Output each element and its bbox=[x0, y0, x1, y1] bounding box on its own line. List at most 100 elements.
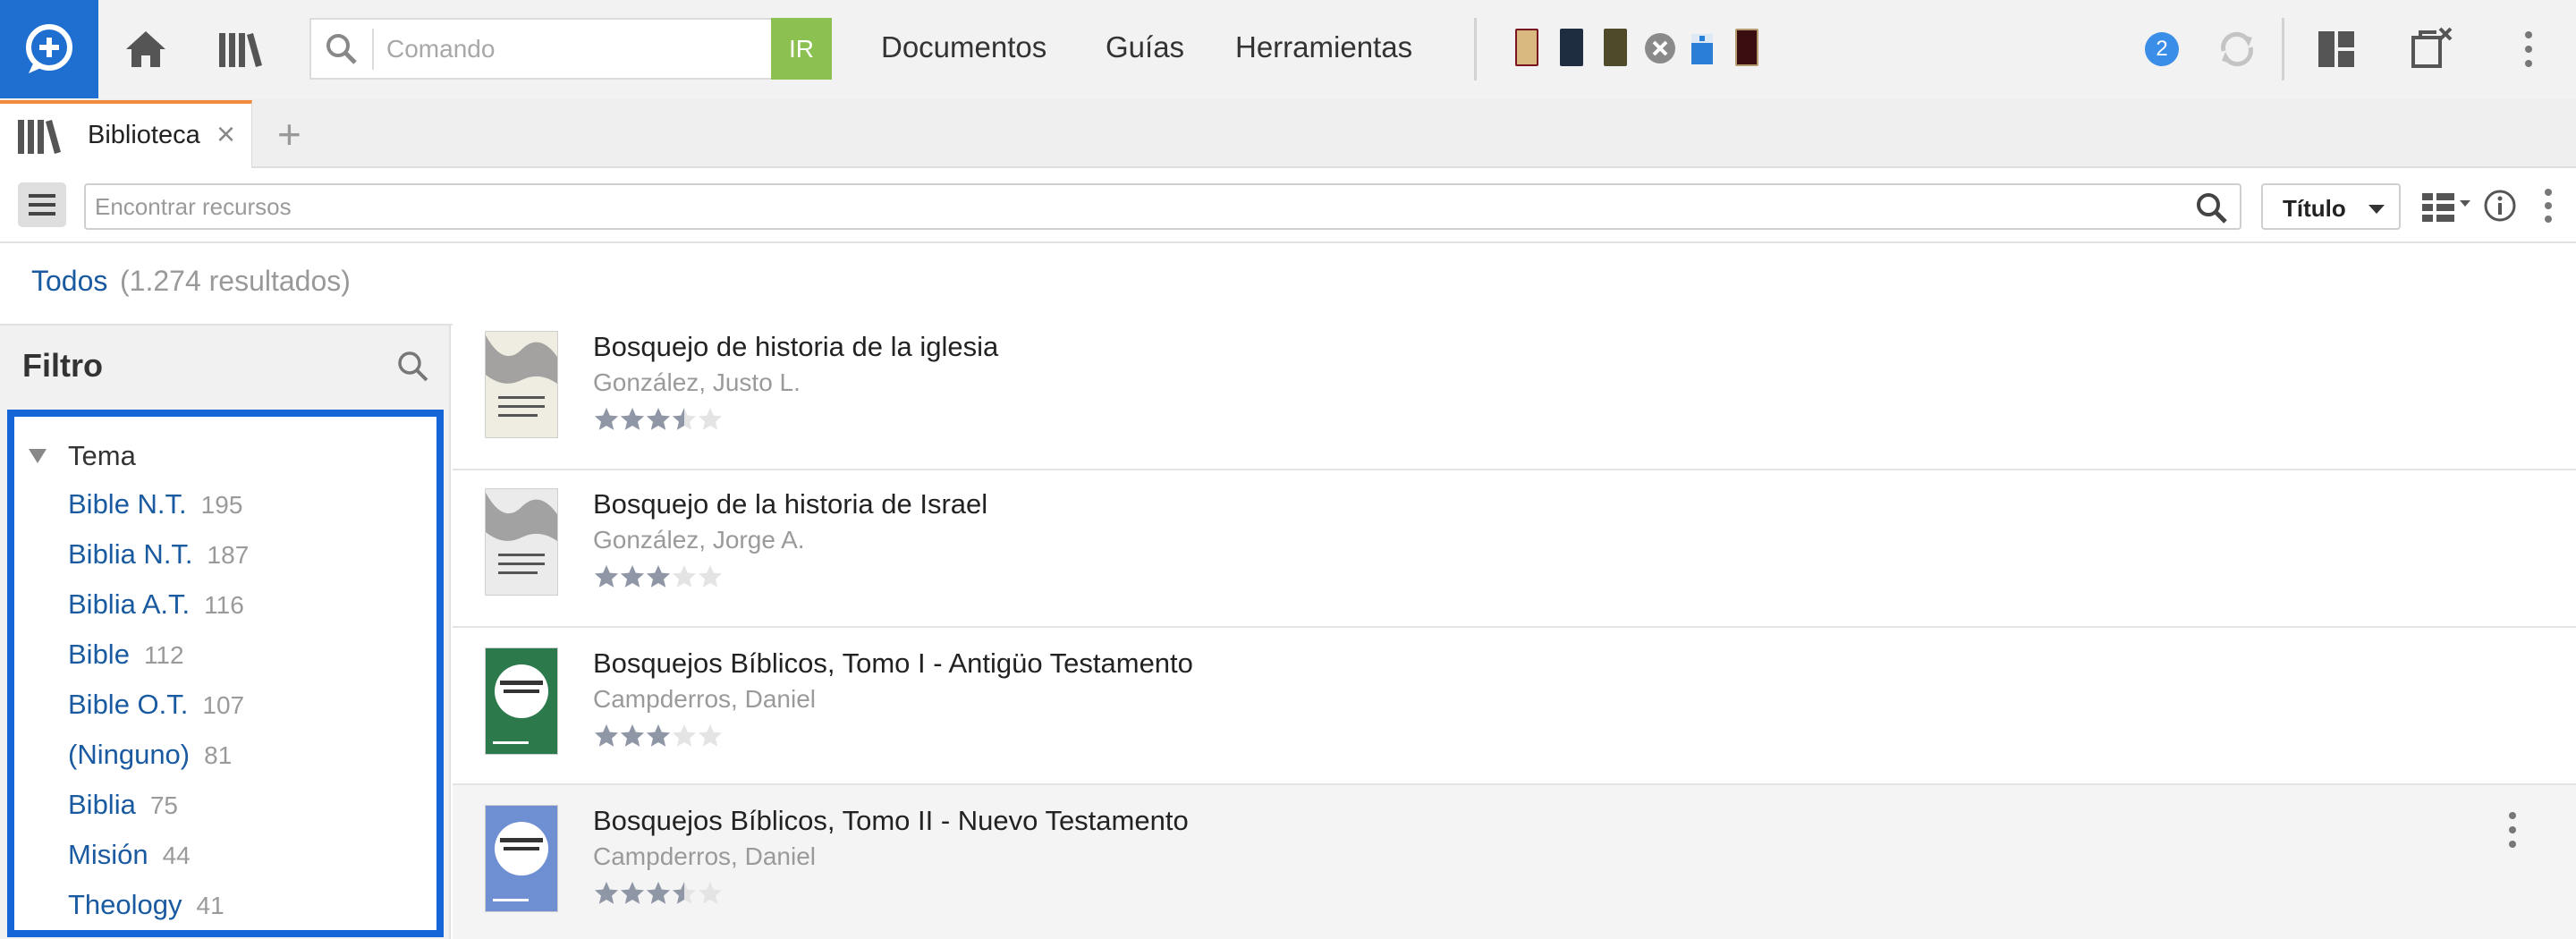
book-title[interactable]: Bosquejos Bíblicos, Tomo I - Antigüo Tes… bbox=[593, 647, 1193, 680]
book-title[interactable]: Bosquejo de la historia de Israel bbox=[593, 488, 987, 520]
logos-logo-icon[interactable] bbox=[0, 0, 98, 98]
star-icon bbox=[595, 408, 618, 430]
home-icon[interactable] bbox=[116, 20, 175, 79]
hamburger-menu-icon[interactable] bbox=[18, 182, 66, 227]
star-icon bbox=[647, 882, 670, 904]
notifications-badge[interactable]: 2 bbox=[2145, 32, 2179, 66]
list-item[interactable]: Bosquejos Bíblicos, Tomo I - Antigüo Tes… bbox=[453, 628, 2576, 785]
filter-item-label: Bible O.T. bbox=[68, 689, 189, 720]
recent-book-icon[interactable] bbox=[1604, 29, 1627, 66]
toolbar-divider bbox=[2282, 18, 2284, 80]
book-title[interactable]: Bosquejos Bíblicos, Tomo II - Nuevo Test… bbox=[593, 805, 1189, 837]
star-icon bbox=[647, 565, 670, 588]
filter-item[interactable]: (Ninguno) 81 bbox=[68, 739, 232, 771]
book-author: Campderros, Daniel bbox=[593, 842, 816, 870]
book-author: González, Justo L. bbox=[593, 368, 801, 396]
filter-item[interactable]: Biblia A.T. 116 bbox=[68, 588, 244, 621]
filter-item[interactable]: Bible O.T. 107 bbox=[68, 689, 244, 721]
filter-item-count: 187 bbox=[207, 541, 250, 569]
item-more-options-icon[interactable] bbox=[2508, 812, 2517, 848]
filter-item-label: Theology bbox=[68, 889, 182, 920]
filter-item-label: Bible bbox=[68, 639, 130, 670]
search-icon[interactable] bbox=[395, 349, 431, 385]
recent-bible-icon[interactable] bbox=[1689, 30, 1716, 66]
star-icon bbox=[621, 408, 644, 430]
info-icon[interactable] bbox=[2482, 188, 2518, 224]
search-icon[interactable] bbox=[2195, 191, 2229, 225]
more-options-icon[interactable] bbox=[2544, 189, 2553, 223]
filter-item[interactable]: Biblia N.T. 187 bbox=[68, 538, 249, 571]
list-item[interactable]: Bosquejo de historia de la iglesia Gonzá… bbox=[453, 313, 2576, 470]
star-icon bbox=[595, 565, 618, 588]
book-cover bbox=[485, 488, 558, 596]
nav-documents[interactable]: Documentos bbox=[881, 30, 1046, 64]
star-icon bbox=[647, 408, 670, 430]
library-icon[interactable] bbox=[211, 20, 270, 79]
sort-label: Título bbox=[2283, 195, 2346, 222]
list-item[interactable]: Bosquejos Bíblicos, Tomo II - Nuevo Test… bbox=[453, 785, 2576, 939]
cover-art bbox=[486, 335, 557, 417]
cover-art bbox=[493, 664, 548, 744]
close-panels-icon[interactable] bbox=[2410, 27, 2453, 70]
filter-item-count: 116 bbox=[204, 591, 244, 619]
star-icon bbox=[673, 724, 696, 747]
book-cover bbox=[485, 331, 558, 438]
layout-icon[interactable] bbox=[2317, 30, 2356, 69]
resource-search-input[interactable] bbox=[95, 189, 2152, 224]
star-icon bbox=[673, 882, 696, 904]
book-title[interactable]: Bosquejo de historia de la iglesia bbox=[593, 331, 998, 363]
book-author: González, Jorge A. bbox=[593, 526, 805, 554]
filter-item[interactable]: Bible N.T. 195 bbox=[68, 488, 242, 520]
library-toolbar: Título bbox=[0, 170, 2576, 243]
recent-book-icon[interactable] bbox=[1515, 29, 1538, 66]
nav-tools[interactable]: Herramientas bbox=[1235, 30, 1412, 64]
filter-group-label[interactable]: Tema bbox=[68, 440, 136, 472]
rating-stars bbox=[593, 563, 727, 590]
collapse-triangle-icon[interactable] bbox=[29, 449, 47, 463]
recent-book-icon[interactable] bbox=[1735, 29, 1758, 66]
filter-item-count: 195 bbox=[200, 491, 243, 519]
filter-item-label: Biblia N.T. bbox=[68, 538, 193, 570]
top-toolbar: IR Documentos Guías Herramientas 2 bbox=[0, 0, 2576, 98]
book-cover bbox=[485, 647, 558, 755]
library-icon bbox=[18, 120, 61, 154]
filter-item-count: 112 bbox=[143, 641, 184, 669]
filter-item-count: 107 bbox=[202, 691, 245, 719]
book-author: Campderros, Daniel bbox=[593, 685, 816, 713]
book-cover bbox=[485, 805, 558, 912]
filter-item[interactable]: Bible 112 bbox=[68, 639, 184, 671]
filter-item-label: Bible N.T. bbox=[68, 488, 187, 520]
star-icon bbox=[699, 408, 722, 430]
star-icon bbox=[647, 724, 670, 747]
resource-list: Bosquejo de historia de la iglesia Gonzá… bbox=[453, 313, 2576, 939]
star-icon bbox=[595, 882, 618, 904]
star-icon bbox=[673, 408, 696, 430]
star-icon bbox=[595, 724, 618, 747]
recent-book-icon[interactable] bbox=[1560, 29, 1583, 66]
cover-art bbox=[486, 493, 557, 574]
sort-dropdown[interactable]: Título bbox=[2261, 183, 2401, 230]
command-input[interactable] bbox=[386, 27, 717, 72]
rating-stars bbox=[593, 406, 727, 433]
sync-icon[interactable] bbox=[2215, 27, 2259, 72]
recent-removed-icon[interactable] bbox=[1644, 32, 1676, 64]
filter-item[interactable]: Theology 41 bbox=[68, 889, 225, 921]
list-item[interactable]: Bosquejo de la historia de Israel Gonzál… bbox=[453, 470, 2576, 628]
chevron-down-icon bbox=[2368, 205, 2385, 214]
command-box: IR bbox=[309, 18, 832, 80]
star-icon bbox=[621, 724, 644, 747]
view-mode-icon[interactable] bbox=[2420, 190, 2472, 224]
filter-item[interactable]: Misión 44 bbox=[68, 839, 191, 871]
nav-guides[interactable]: Guías bbox=[1106, 30, 1184, 64]
close-tab-icon[interactable]: × bbox=[216, 116, 235, 152]
filter-item[interactable]: Biblia 75 bbox=[68, 789, 178, 821]
filter-item-count: 81 bbox=[204, 741, 233, 769]
go-button[interactable]: IR bbox=[771, 18, 832, 80]
add-tab-button[interactable]: + bbox=[277, 114, 301, 155]
cover-art bbox=[493, 822, 548, 901]
search-icon bbox=[326, 34, 357, 64]
main-menu-icon[interactable] bbox=[2524, 31, 2533, 67]
tab-library[interactable]: Biblioteca × bbox=[0, 100, 252, 168]
all-results-link[interactable]: Todos bbox=[31, 265, 107, 298]
filter-item-label: (Ninguno) bbox=[68, 739, 191, 770]
